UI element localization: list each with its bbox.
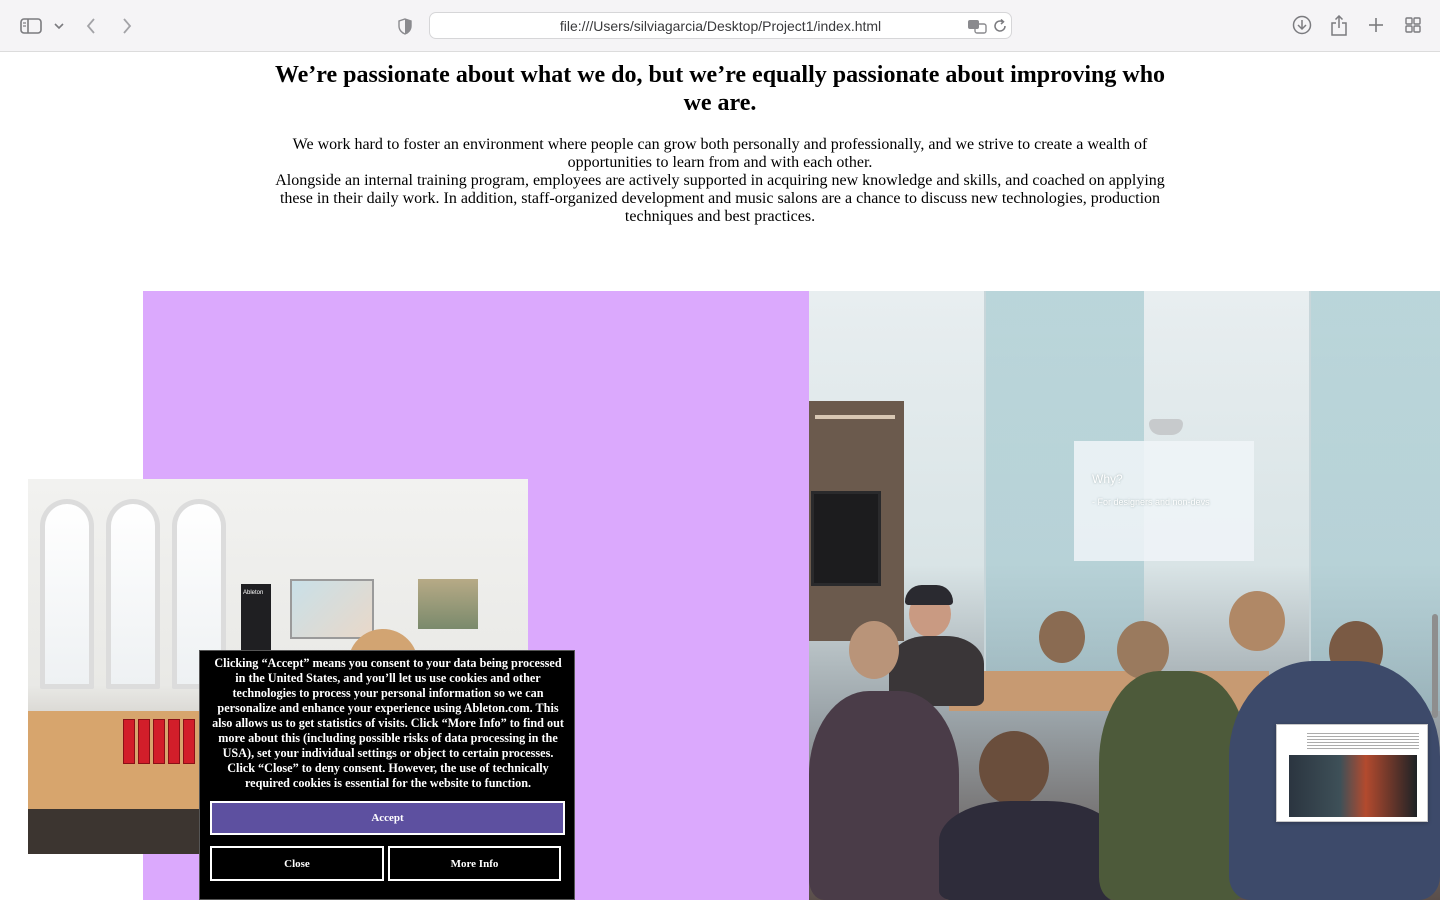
binder [138,719,150,764]
address-bar[interactable]: file:///Users/silviagarcia/Desktop/Proje… [429,12,1012,39]
plus-icon[interactable] [1366,15,1386,35]
binder [153,719,165,764]
wall-painting [418,579,478,629]
audience-head [1229,591,1285,651]
vertical-scrollbar[interactable] [1432,614,1438,718]
audience-head [1039,611,1085,663]
audience-head [979,731,1049,805]
audience-body [1099,671,1249,900]
office-window [106,499,160,689]
thumbnail-image [1289,755,1417,817]
thumbnail-text-lines [1307,733,1419,751]
page-preview-thumbnail[interactable] [1276,724,1428,822]
audience-body [809,691,959,900]
paragraph-training: Alongside an internal training program, … [275,172,1165,225]
accept-button[interactable]: Accept [210,801,565,835]
forward-arrow-icon[interactable] [118,15,136,37]
translate-icon[interactable] [966,17,988,35]
binder [183,719,195,764]
share-icon[interactable] [1329,13,1349,37]
chevron-down-icon[interactable] [52,18,66,34]
more-info-button[interactable]: More Info [388,846,561,881]
television [811,491,881,586]
slide-title: Why? [1092,472,1123,486]
cookie-consent-text: Clicking “Accept” means you consent to y… [212,656,564,790]
intro-text: We work hard to foster an environment wh… [270,136,1170,226]
presenter-cap [905,585,953,605]
banner-text: Ableton [243,590,264,596]
office-window [40,499,94,689]
wall-map [290,579,374,639]
binder [123,719,135,764]
ceiling-lamp [1149,419,1183,435]
download-icon[interactable] [1291,14,1313,36]
close-button[interactable]: Close [210,846,384,881]
audience-head [849,621,899,679]
slide-bullet: - For designers and non-devs [1092,497,1210,507]
back-arrow-icon[interactable] [82,15,100,37]
sidebar-icon[interactable] [19,15,43,37]
grid-icon[interactable] [1403,15,1423,35]
audience-body [939,801,1119,900]
cookie-consent-banner: Clicking “Accept” means you consent to y… [199,650,575,900]
reload-icon[interactable] [991,17,1009,35]
shield-icon[interactable] [396,16,414,36]
browser-toolbar: file:///Users/silviagarcia/Desktop/Proje… [0,0,1440,52]
page-heading: We’re passionate about what we do, but w… [274,62,1166,116]
paragraph-growth: We work hard to foster an environment wh… [292,136,1148,171]
binder [168,719,180,764]
url-text: file:///Users/silviagarcia/Desktop/Proje… [559,17,882,34]
